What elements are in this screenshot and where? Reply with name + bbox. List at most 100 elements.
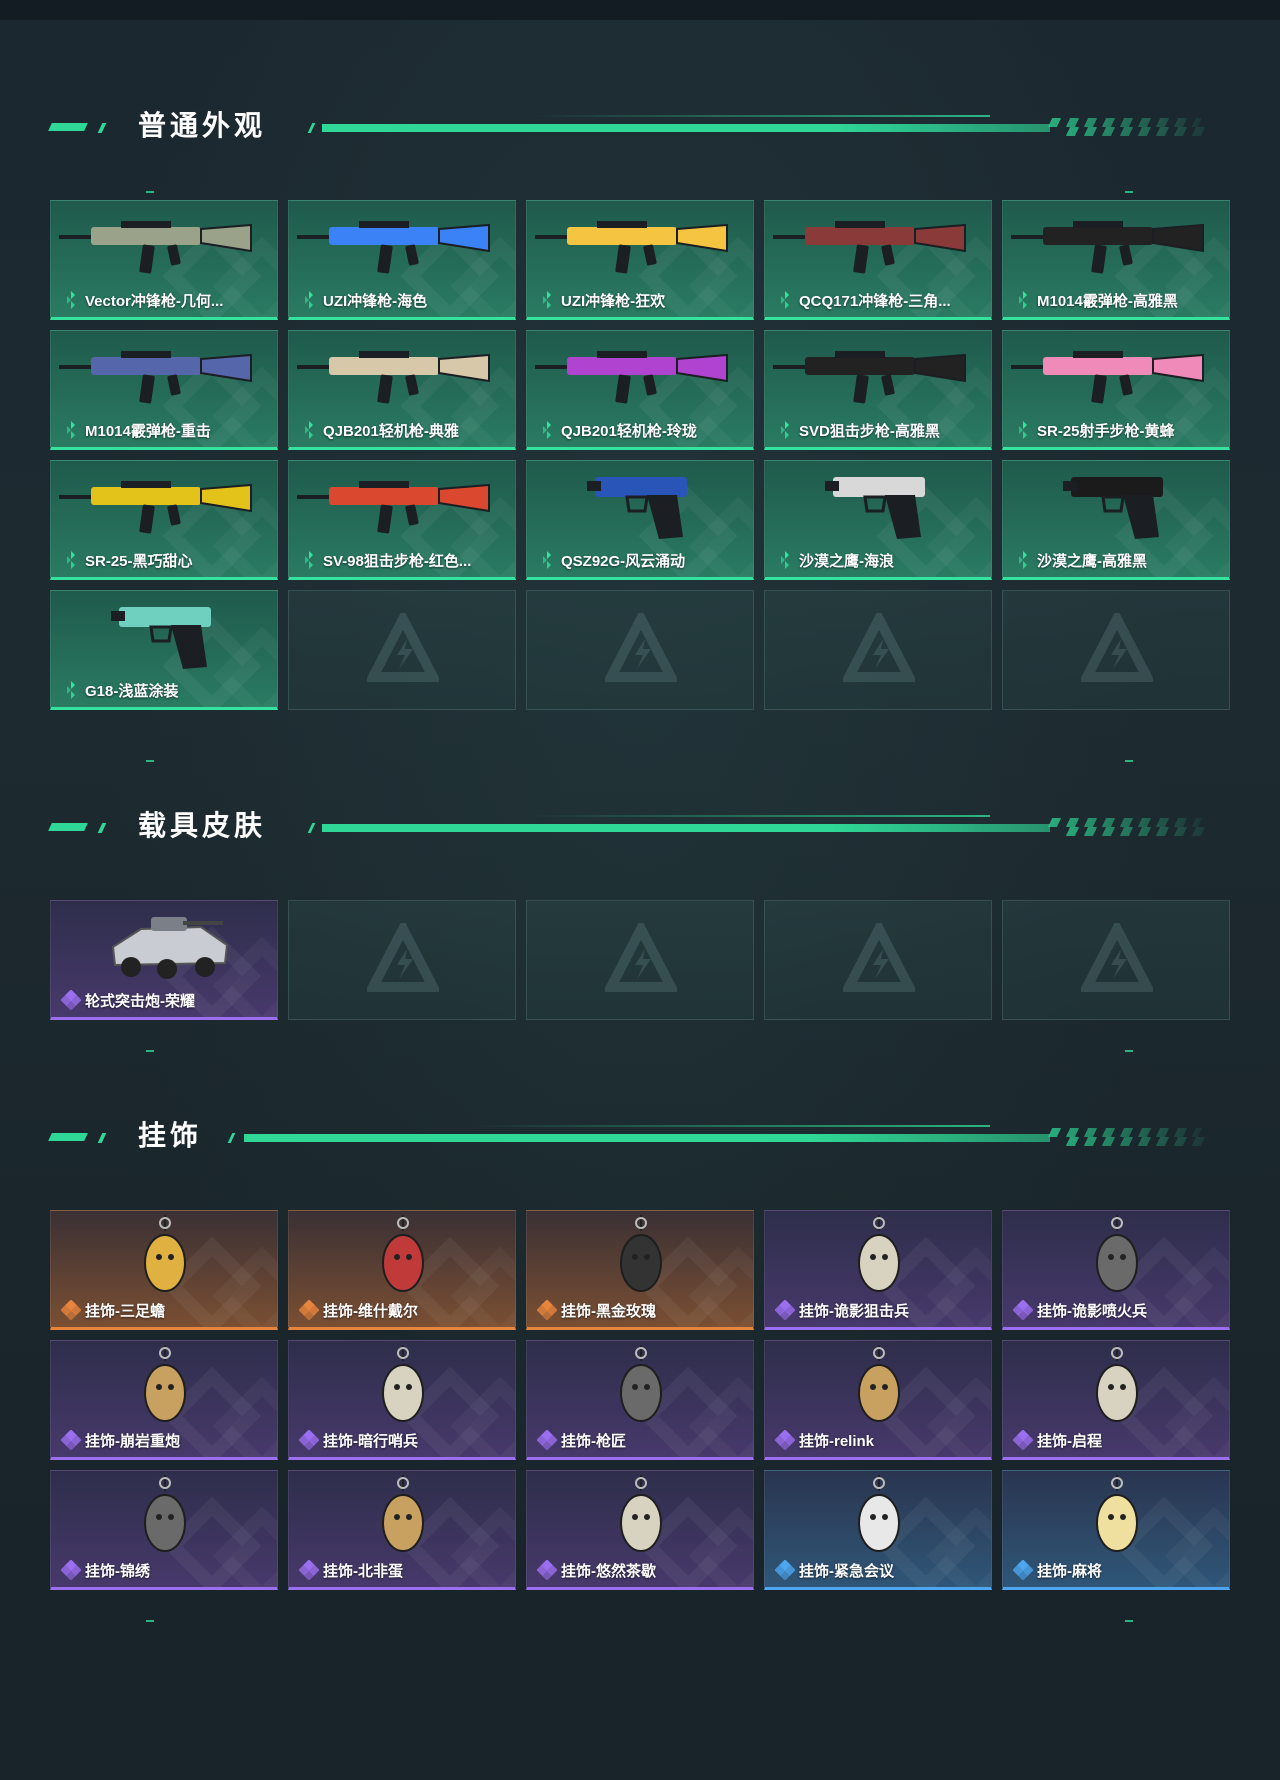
placeholder-logo-icon <box>843 923 915 992</box>
pistol-icon <box>111 607 211 669</box>
item-card[interactable]: Vector冲锋枪-几何... <box>50 200 278 320</box>
item-card[interactable]: 沙漠之鹰-海浪 <box>764 460 992 580</box>
marksman-rifle-icon <box>1011 351 1204 404</box>
rarity-purple-icon <box>299 1430 319 1450</box>
rarity-green-icon <box>543 551 551 569</box>
item-label: QSZ92G-风云涌动 <box>561 553 686 570</box>
item-label: 挂饰-维什戴尔 <box>323 1303 418 1320</box>
item-card[interactable]: 挂饰-暗行哨兵 <box>288 1340 516 1460</box>
charm-icon <box>1096 1215 1138 1292</box>
charm-icon <box>620 1215 662 1292</box>
item-label: 沙漠之鹰-高雅黑 <box>1037 553 1147 570</box>
empty-slot <box>764 590 992 710</box>
placeholder-logo-icon <box>367 923 439 992</box>
pistol-icon <box>825 477 925 539</box>
item-label: 轮式突击炮-荣耀 <box>85 993 195 1010</box>
item-label: M1014霰弹枪-高雅黑 <box>1037 293 1178 310</box>
item-card[interactable]: 挂饰-启程 <box>1002 1340 1230 1460</box>
item-card[interactable]: M1014霰弹枪-高雅黑 <box>1002 200 1230 320</box>
charm-icon <box>144 1215 186 1292</box>
item-card[interactable]: SV-98狙击步枪-红色... <box>288 460 516 580</box>
item-label: 挂饰-麻将 <box>1037 1563 1102 1580</box>
empty-slot <box>1002 900 1230 1020</box>
rarity-green-icon <box>1019 291 1027 309</box>
lmg-icon <box>535 351 728 404</box>
rarity-green-icon <box>305 421 313 439</box>
item-label: QJB201轻机枪-玲珑 <box>561 423 697 440</box>
item-card[interactable]: 挂饰-三足蟾 <box>50 1210 278 1330</box>
item-card[interactable]: 挂饰-维什戴尔 <box>288 1210 516 1330</box>
rarity-green-icon <box>67 681 75 699</box>
item-label: 挂饰-诡影喷火兵 <box>1037 1303 1147 1320</box>
rarity-blue-icon <box>775 1560 795 1580</box>
rarity-green-icon <box>67 551 75 569</box>
item-card[interactable]: UZI冲锋枪-狂欢 <box>526 200 754 320</box>
rarity-orange-icon <box>61 1300 81 1320</box>
item-card[interactable]: 沙漠之鹰-高雅黑 <box>1002 460 1230 580</box>
rarity-orange-icon <box>299 1300 319 1320</box>
section-title: 普通外观 <box>138 109 267 142</box>
pistol-icon <box>1063 477 1163 539</box>
empty-slot <box>288 590 516 710</box>
rarity-green-icon <box>1019 421 1027 439</box>
smg-icon <box>773 221 966 274</box>
smg-icon <box>535 221 728 274</box>
item-label: 挂饰-锦绣 <box>85 1563 150 1580</box>
rarity-green-icon <box>305 551 313 569</box>
item-card[interactable]: 轮式突击炮-荣耀 <box>50 900 278 1020</box>
item-label: 挂饰-诡影狙击兵 <box>799 1303 909 1320</box>
section-header: 挂饰 <box>48 1116 1212 1156</box>
placeholder-logo-icon <box>1081 923 1153 992</box>
item-card[interactable]: M1014霰弹枪-重击 <box>50 330 278 450</box>
item-card[interactable]: UZI冲锋枪-海色 <box>288 200 516 320</box>
item-card[interactable]: 挂饰-北非蛋 <box>288 1470 516 1590</box>
item-label: 挂饰-三足蟾 <box>85 1303 165 1320</box>
item-card[interactable]: 挂饰-崩岩重炮 <box>50 1340 278 1460</box>
item-grid: 挂饰-三足蟾 挂饰-维什戴尔 挂饰-黑金玫瑰 挂饰-诡影狙击兵 挂饰-诡影喷火兵… <box>50 1210 1230 1590</box>
item-card[interactable]: SR-25-黑巧甜心 <box>50 460 278 580</box>
item-card[interactable]: 挂饰-锦绣 <box>50 1470 278 1590</box>
item-card[interactable]: QJB201轻机枪-玲珑 <box>526 330 754 450</box>
rarity-purple-icon <box>1013 1430 1033 1450</box>
rarity-green-icon <box>305 291 313 309</box>
item-card[interactable]: 挂饰-紧急会议 <box>764 1470 992 1590</box>
charm-icon <box>858 1475 900 1552</box>
item-card[interactable]: 挂饰-relink <box>764 1340 992 1460</box>
sniper-rifle-icon <box>297 481 490 534</box>
item-label: UZI冲锋枪-海色 <box>323 293 428 310</box>
charm-icon <box>144 1475 186 1552</box>
item-label: 挂饰-暗行哨兵 <box>323 1433 418 1450</box>
rarity-green-icon <box>781 291 789 309</box>
charm-icon <box>1096 1345 1138 1422</box>
item-label: UZI冲锋枪-狂欢 <box>561 293 666 310</box>
item-label: 挂饰-启程 <box>1037 1433 1102 1450</box>
item-label: SV-98狙击步枪-红色... <box>323 553 472 570</box>
empty-slot <box>764 900 992 1020</box>
item-card[interactable]: QCQ171冲锋枪-三角... <box>764 200 992 320</box>
top-bar <box>0 0 1280 20</box>
item-label: G18-浅蓝涂装 <box>85 683 179 700</box>
item-card[interactable]: 挂饰-枪匠 <box>526 1340 754 1460</box>
charm-icon <box>1096 1475 1138 1552</box>
item-card[interactable]: SR-25射手步枪-黄蜂 <box>1002 330 1230 450</box>
rarity-green-icon <box>67 421 75 439</box>
item-card[interactable]: 挂饰-悠然茶歇 <box>526 1470 754 1590</box>
item-card[interactable]: 挂饰-黑金玫瑰 <box>526 1210 754 1330</box>
item-card[interactable]: 挂饰-诡影狙击兵 <box>764 1210 992 1330</box>
item-label: 挂饰-relink <box>799 1433 875 1450</box>
item-label: 挂饰-黑金玫瑰 <box>561 1303 656 1320</box>
rarity-purple-icon <box>775 1300 795 1320</box>
item-card[interactable]: 挂饰-麻将 <box>1002 1470 1230 1590</box>
section-title: 挂饰 <box>138 1119 203 1152</box>
rarity-green-icon <box>1019 551 1027 569</box>
item-card[interactable]: 挂饰-诡影喷火兵 <box>1002 1210 1230 1330</box>
item-card[interactable]: QSZ92G-风云涌动 <box>526 460 754 580</box>
item-card[interactable]: G18-浅蓝涂装 <box>50 590 278 710</box>
charm-icon <box>382 1345 424 1422</box>
rarity-green-icon <box>781 551 789 569</box>
marksman-rifle-icon <box>59 481 252 534</box>
empty-slot <box>526 900 754 1020</box>
item-grid: Vector冲锋枪-几何... UZI冲锋枪-海色 UZI冲锋枪-狂欢 QCQ1… <box>50 200 1230 710</box>
item-card[interactable]: SVD狙击步枪-高雅黑 <box>764 330 992 450</box>
item-card[interactable]: QJB201轻机枪-典雅 <box>288 330 516 450</box>
